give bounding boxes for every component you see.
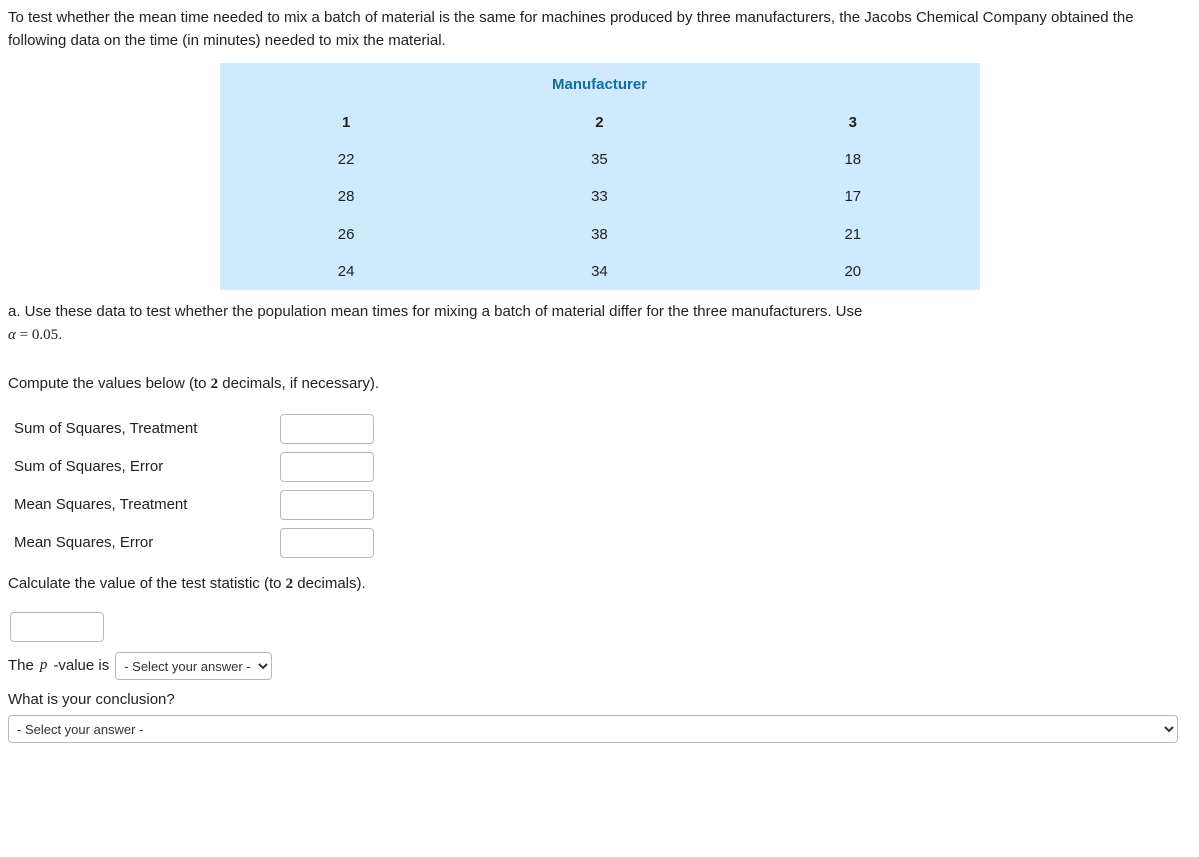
label-sse: Sum of Squares, Error (8, 455, 280, 478)
data-table-wrap: Manufacturer 1 2 3 22 35 18 28 33 17 26 … (8, 63, 1191, 291)
col-header-1: 1 (220, 104, 473, 141)
cell: 17 (726, 178, 979, 215)
manufacturer-table: Manufacturer 1 2 3 22 35 18 28 33 17 26 … (220, 63, 980, 291)
calc-prefix: Calculate the value of the test statisti… (8, 575, 286, 592)
calc-suffix: decimals). (293, 575, 366, 592)
select-conclusion[interactable]: - Select your answer - (8, 715, 1178, 743)
label-mst: Mean Squares, Treatment (8, 493, 280, 516)
cell: 26 (220, 216, 473, 253)
table-row: 26 38 21 (220, 216, 980, 253)
input-mst[interactable] (280, 490, 374, 520)
cell: 21 (726, 216, 979, 253)
intro-text: To test whether the mean time needed to … (8, 6, 1191, 53)
input-mse[interactable] (280, 528, 374, 558)
qa-prefix: a. (8, 303, 21, 320)
alpha-symbol: α (8, 327, 16, 343)
table-title: Manufacturer (220, 63, 980, 104)
col-header-2: 2 (473, 104, 726, 141)
table-row: 28 33 17 (220, 178, 980, 215)
label-sst: Sum of Squares, Treatment (8, 417, 280, 440)
pval-prefix: The (8, 654, 34, 677)
period: . (58, 326, 62, 343)
alpha-eq: = (16, 327, 32, 343)
cell: 34 (473, 253, 726, 290)
cell: 38 (473, 216, 726, 253)
table-header-row: 1 2 3 (220, 104, 980, 141)
table-row: 22 35 18 (220, 141, 980, 178)
alpha-val: 0.05 (32, 327, 58, 343)
input-test-statistic[interactable] (10, 612, 104, 642)
label-mse: Mean Squares, Error (8, 531, 280, 554)
cell: 18 (726, 141, 979, 178)
pval-suffix: -value is (53, 654, 109, 677)
cell: 24 (220, 253, 473, 290)
pval-p: p (40, 654, 48, 677)
compute-suffix: decimals, if necessary). (218, 375, 379, 392)
compute-prefix: Compute the values below (to (8, 375, 211, 392)
cell: 35 (473, 141, 726, 178)
qa-text: Use these data to test whether the popul… (21, 303, 863, 320)
calc-instruction: Calculate the value of the test statisti… (8, 572, 1191, 596)
cell: 33 (473, 178, 726, 215)
cell: 20 (726, 253, 979, 290)
input-sst[interactable] (280, 414, 374, 444)
question-a: a. Use these data to test whether the po… (8, 300, 1191, 348)
cell: 22 (220, 141, 473, 178)
input-sse[interactable] (280, 452, 374, 482)
compute-instruction: Compute the values below (to 2 decimals,… (8, 372, 1191, 396)
select-pvalue[interactable]: - Select your answer - (115, 652, 272, 680)
cell: 28 (220, 178, 473, 215)
compute-two: 2 (211, 376, 219, 392)
col-header-3: 3 (726, 104, 979, 141)
conclusion-question: What is your conclusion? (8, 688, 1191, 711)
table-row: 24 34 20 (220, 253, 980, 290)
